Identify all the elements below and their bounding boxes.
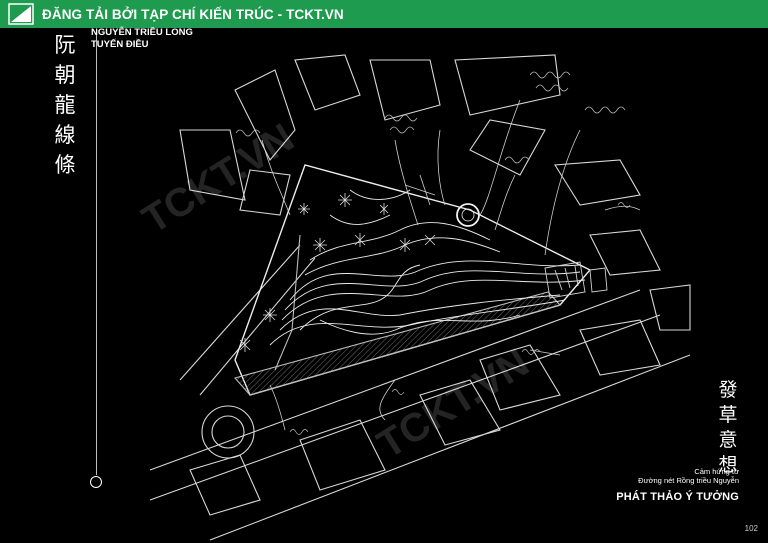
title-char: 龍 [54, 93, 76, 117]
caption-line-1: Cảm hứng từ [694, 467, 739, 476]
site-plan-sketch [149, 54, 691, 541]
chinese-right-title: 發 草 意 想 [713, 378, 743, 478]
title-char: 阮 [54, 33, 76, 57]
caption-line-2: Đường nét Rồng triều Nguyễn [638, 476, 739, 485]
chinese-vertical-title: 阮 朝 龍 線 條 [50, 30, 80, 180]
banner-text: ĐĂNG TẢI BỞI TẠP CHÍ KIẾN TRÚC - TCKT.VN [42, 6, 344, 22]
right-title-char: 發 [718, 379, 738, 401]
title-char: 條 [54, 153, 76, 177]
page-number: 102 [744, 524, 758, 533]
title-char: 朝 [54, 63, 76, 87]
author-line-2: TUYẾN ĐIỀU [91, 39, 149, 50]
tckt-logo-icon [8, 3, 34, 25]
title-char: 線 [54, 123, 76, 147]
header-banner: ĐĂNG TẢI BỞI TẠP CHÍ KIẾN TRÚC - TCKT.VN [0, 0, 768, 28]
caption-block: Cảm hứng từ Đường nét Rồng triều Nguyễn … [616, 467, 739, 503]
circle-marker-icon [90, 476, 102, 488]
author-line-1: NGUYỄN TRIỀU LONG [91, 27, 193, 38]
vertical-divider [96, 35, 97, 475]
right-title-char: 意 [718, 429, 738, 451]
right-title-char: 草 [718, 404, 738, 426]
author-block: NGUYỄN TRIỀU LONG TUYẾN ĐIỀU [91, 27, 193, 51]
caption-title: PHÁT THẢO Ý TƯỞNG [616, 491, 739, 503]
